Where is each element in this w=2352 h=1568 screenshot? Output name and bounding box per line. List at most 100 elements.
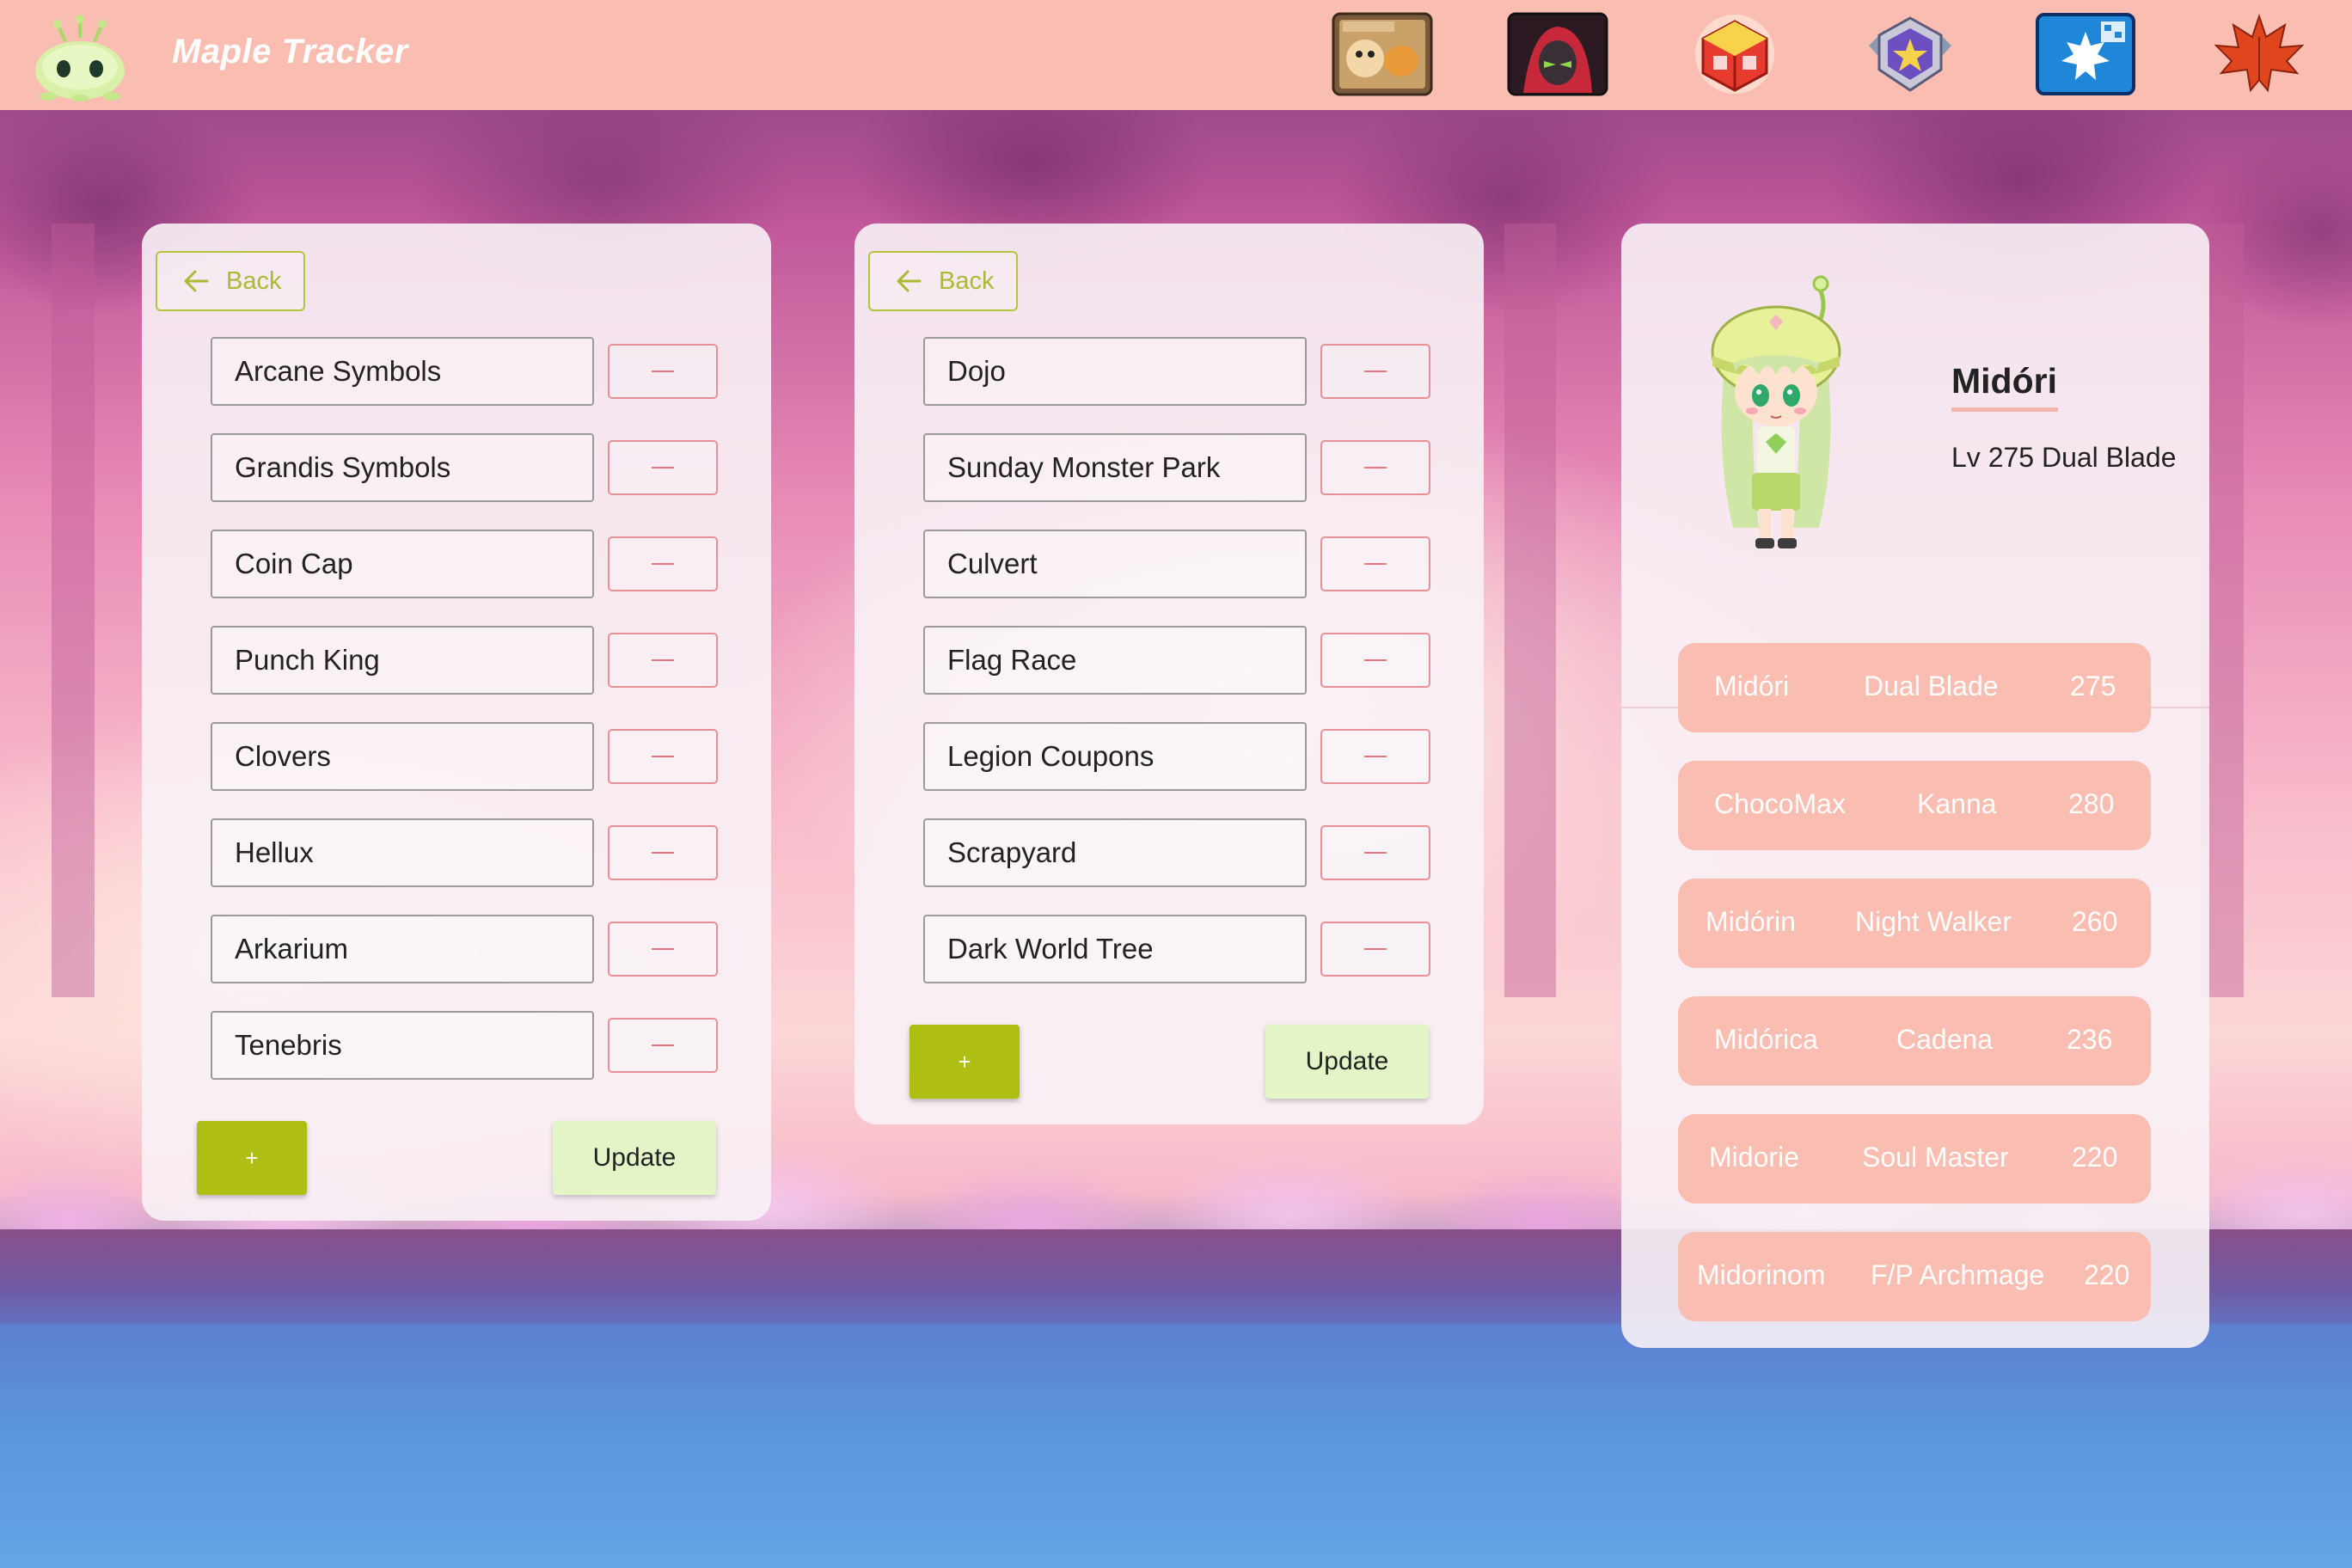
name-underline xyxy=(1951,407,2058,412)
list-item: Dojo xyxy=(923,337,1430,406)
badge-star-icon[interactable] xyxy=(1859,10,1962,98)
maple-leaf-icon[interactable] xyxy=(2208,10,2311,98)
character-row-name: ChocoMax xyxy=(1714,788,1846,819)
character-row-level: 280 xyxy=(2068,788,2115,819)
back-label: Back xyxy=(226,266,282,295)
minus-icon xyxy=(652,948,674,950)
task-field[interactable]: Sunday Monster Park xyxy=(923,433,1307,502)
remove-button[interactable] xyxy=(1320,440,1430,495)
character-name: Midóri xyxy=(1951,361,2057,401)
character-row-job: Dual Blade xyxy=(1864,671,1999,701)
task-field[interactable]: Hellux xyxy=(211,818,594,887)
back-button[interactable]: Back xyxy=(156,251,305,311)
character-row[interactable]: Midorinom F/P Archmage 220 xyxy=(1678,1232,2151,1321)
red-cube-icon[interactable] xyxy=(1683,10,1786,98)
remove-button[interactable] xyxy=(608,825,718,880)
minus-icon xyxy=(652,563,674,565)
character-row-name: Midorie xyxy=(1709,1142,1799,1173)
update-button[interactable]: Update xyxy=(553,1121,716,1195)
list-item: Clovers xyxy=(211,722,718,791)
minus-icon xyxy=(652,467,674,469)
minus-icon xyxy=(652,371,674,372)
minus-icon xyxy=(1364,371,1387,372)
character-sprite xyxy=(1690,270,1862,571)
character-portrait-icon[interactable] xyxy=(1506,10,1609,98)
hungry-muto-icon[interactable] xyxy=(1331,10,1434,98)
update-button[interactable]: Update xyxy=(1265,1025,1429,1099)
minus-icon xyxy=(652,1044,674,1046)
list-item: Hellux xyxy=(211,818,718,887)
character-row-job: Night Walker xyxy=(1855,906,2012,937)
character-row[interactable]: Midóri Dual Blade 275 xyxy=(1678,643,2151,732)
character-row[interactable]: Midórin Night Walker 260 xyxy=(1678,879,2151,968)
arrow-left-icon xyxy=(184,270,209,292)
minus-icon xyxy=(1364,948,1387,950)
remove-button[interactable] xyxy=(1320,825,1430,880)
remove-button[interactable] xyxy=(1320,729,1430,784)
remove-button[interactable] xyxy=(608,1018,718,1073)
task-field[interactable]: Culvert xyxy=(923,530,1307,598)
task-field[interactable]: Dark World Tree xyxy=(923,915,1307,983)
character-row[interactable]: Midórica Cadena 236 xyxy=(1678,996,2151,1086)
remove-button[interactable] xyxy=(608,729,718,784)
add-item-button[interactable]: + xyxy=(910,1025,1020,1099)
add-item-button[interactable]: + xyxy=(197,1121,307,1195)
remove-button[interactable] xyxy=(608,344,718,399)
character-row-level: 220 xyxy=(2072,1142,2118,1173)
list-item: Arcane Symbols xyxy=(211,337,718,406)
task-field[interactable]: Flag Race xyxy=(923,626,1307,695)
minus-icon xyxy=(1364,467,1387,469)
task-field[interactable]: Grandis Symbols xyxy=(211,433,594,502)
minus-icon xyxy=(1364,659,1387,661)
minus-icon xyxy=(1364,563,1387,565)
remove-button[interactable] xyxy=(608,922,718,977)
list-item: Punch King xyxy=(211,626,718,695)
task-field[interactable]: Coin Cap xyxy=(211,530,594,598)
task-field[interactable]: Clovers xyxy=(211,722,594,791)
list-item: Coin Cap xyxy=(211,530,718,598)
minus-icon xyxy=(1364,852,1387,854)
character-level-class: Lv 275 Dual Blade xyxy=(1951,442,2177,473)
task-field[interactable]: Scrapyard xyxy=(923,818,1307,887)
list-item: Sunday Monster Park xyxy=(923,433,1430,502)
character-row-name: Midóri xyxy=(1714,671,1790,701)
list-item: Tenebris xyxy=(211,1011,718,1080)
remove-button[interactable] xyxy=(608,440,718,495)
minus-icon xyxy=(652,756,674,757)
character-row-job: F/P Archmage xyxy=(1871,1259,2045,1290)
remove-button[interactable] xyxy=(1320,633,1430,688)
character-row[interactable]: Midorie Soul Master 220 xyxy=(1678,1114,2151,1204)
remove-button[interactable] xyxy=(608,633,718,688)
task-field[interactable]: Punch King xyxy=(211,626,594,695)
task-field[interactable]: Dojo xyxy=(923,337,1307,406)
character-row-level: 220 xyxy=(2084,1259,2130,1290)
task-field[interactable]: Tenebris xyxy=(211,1011,594,1080)
remove-button[interactable] xyxy=(1320,344,1430,399)
character-row-level: 275 xyxy=(2070,671,2116,701)
back-button[interactable]: Back xyxy=(868,251,1018,311)
character-row[interactable]: ChocoMax Kanna 280 xyxy=(1678,761,2151,850)
remove-button[interactable] xyxy=(608,536,718,591)
minus-icon xyxy=(1364,756,1387,757)
task-field[interactable]: Arcane Symbols xyxy=(211,337,594,406)
back-label: Back xyxy=(939,266,995,295)
list-item: Flag Race xyxy=(923,626,1430,695)
list-item: Dark World Tree xyxy=(923,915,1430,983)
character-row-name: Midórica xyxy=(1714,1024,1818,1055)
list-item: Culvert xyxy=(923,530,1430,598)
remove-button[interactable] xyxy=(1320,922,1430,977)
list-item: Arkarium xyxy=(211,915,718,983)
character-profile-card: Midóri Lv 275 Dual Blade Midóri Dual Bla… xyxy=(1621,224,2209,1348)
task-field[interactable]: Legion Coupons xyxy=(923,722,1307,791)
arrow-left-icon xyxy=(897,270,922,292)
task-field[interactable]: Arkarium xyxy=(211,915,594,983)
slime-logo-icon[interactable] xyxy=(31,12,129,101)
character-row-level: 260 xyxy=(2072,906,2118,937)
app-title: Maple Tracker xyxy=(172,33,408,70)
list-item: Grandis Symbols xyxy=(211,433,718,502)
remove-button[interactable] xyxy=(1320,536,1430,591)
top-nav-bar: Maple Tracker xyxy=(0,0,2352,110)
maple-link-icon[interactable] xyxy=(2034,10,2137,98)
list-item: Scrapyard xyxy=(923,818,1430,887)
character-row-level: 236 xyxy=(2067,1024,2113,1055)
